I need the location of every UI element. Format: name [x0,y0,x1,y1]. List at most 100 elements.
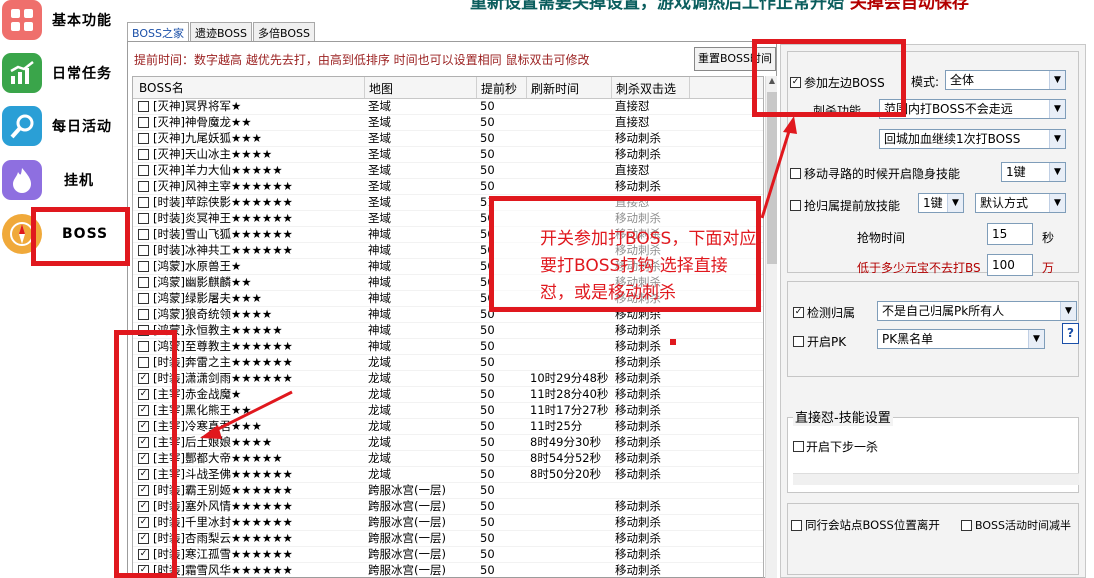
boss-checkbox[interactable] [138,133,149,144]
scrollbar-thumb[interactable] [767,92,777,264]
mode-select[interactable]: 全体 ▼ [945,70,1066,90]
mode-cell[interactable]: 移动刺杀 [612,387,690,402]
help-button[interactable]: ? [1062,323,1079,344]
table-row[interactable]: ✓ [主宰]冷寒真君★★★ 龙域 50 11时25分 移动刺杀 [133,419,763,435]
boss-name-cell[interactable]: [时装]炎冥神王★★★★★★ [133,211,365,226]
table-row[interactable]: [灭神]九尾妖狐★★★ 圣域 50 移动刺杀 [133,131,763,147]
tab-multi-boss[interactable]: 多倍BOSS [252,22,315,42]
kill-function-select[interactable]: 范围内打BOSS不会走远 ▼ [879,99,1066,119]
detect-owner-select[interactable]: 不是自己归属Pk所有人 ▼ [877,301,1077,321]
mode-cell[interactable]: 直接怼 [612,99,690,114]
mode-cell[interactable]: 移动刺杀 [612,515,690,530]
boss-checkbox[interactable] [138,245,149,256]
boss-name-cell[interactable]: [灭神]冥界将军★ [133,99,365,114]
table-row[interactable]: ✓ [时装]塞外风情★★★★★★ 跨服冰宫(一层) 50 移动刺杀 [133,499,763,515]
boss-name-cell[interactable]: [灭神]天山冰主★★★★ [133,147,365,162]
min-yuanbao-input[interactable]: 100 [987,254,1033,276]
advance-sec-cell[interactable]: 50 [477,371,527,386]
table-row[interactable]: [时装]奔雷之主★★★★★★ 龙域 50 移动刺杀 [133,355,763,371]
advance-sec-cell[interactable]: 50 [477,547,527,562]
mode-cell[interactable]: 移动刺杀 [612,355,690,370]
boss-checkbox[interactable] [138,197,149,208]
boss-name-cell[interactable]: [时装]雪山飞狐★★★★★★ [133,227,365,242]
mode-cell[interactable]: 直接怼 [612,115,690,130]
advance-sec-cell[interactable]: 50 [477,499,527,514]
half-time-checkbox[interactable]: BOSS活动时间减半 [961,517,1071,533]
boss-name-cell[interactable]: [灭神]神骨魔龙★★ [133,115,365,130]
advance-sec-cell[interactable]: 50 [477,419,527,434]
boss-checkbox[interactable] [138,117,149,128]
advance-sec-cell[interactable]: 50 [477,115,527,130]
table-row[interactable]: ✓ [时装]千里冰封★★★★★★ 跨服冰宫(一层) 50 移动刺杀 [133,515,763,531]
boss-checkbox[interactable] [138,293,149,304]
sidebar-item-basic[interactable]: 基本功能 [0,0,122,46]
boss-name-cell[interactable]: [鸿蒙]幽影麒麟★★ [133,275,365,290]
table-row[interactable]: ✓ [主宰]赤金战魔★ 龙域 50 11时28分40秒 移动刺杀 [133,387,763,403]
grab-key-select[interactable]: 1键 ▼ [918,193,964,213]
advance-sec-cell[interactable]: 50 [477,99,527,114]
advance-sec-cell[interactable]: 50 [477,355,527,370]
next-kill-checkbox[interactable]: 开启下步一杀 [793,438,878,455]
grab-mode-select[interactable]: 默认方式 ▼ [975,193,1066,213]
boss-checkbox[interactable] [138,229,149,240]
sidebar-item-daily[interactable]: 日常任务 [0,47,122,99]
mode-cell[interactable]: 移动刺杀 [612,547,690,562]
mode-cell[interactable]: 移动刺杀 [612,563,690,578]
mode-cell[interactable]: 移动刺杀 [612,499,690,514]
mode-cell[interactable]: 移动刺杀 [612,403,690,418]
boss-checkbox[interactable] [138,165,149,176]
enable-pk-checkbox[interactable]: 开启PK [793,333,846,350]
table-row[interactable]: [灭神]羊力大仙★★★★★ 圣域 50 直接怼 [133,163,763,179]
boss-checkbox[interactable] [138,213,149,224]
advance-sec-cell[interactable]: 50 [477,467,527,482]
table-row[interactable]: ✓ [时装]寒江孤雪★★★★★★ 跨服冰宫(一层) 50 移动刺杀 [133,547,763,563]
grab-skill-checkbox[interactable]: 抢归属提前放技能 [790,197,900,214]
boss-name-cell[interactable]: [灭神]九尾妖狐★★★ [133,131,365,146]
sidebar-item-events[interactable]: 每日活动 [0,100,122,152]
advance-sec-cell[interactable]: 50 [477,131,527,146]
column-header-name[interactable]: BOSS名 [133,77,365,98]
mode-cell[interactable]: 移动刺杀 [612,419,690,434]
advance-sec-cell[interactable]: 50 [477,531,527,546]
table-row[interactable]: [灭神]天山冰主★★★★ 圣域 50 移动刺杀 [133,147,763,163]
mode-cell[interactable]: 移动刺杀 [612,339,690,354]
advance-sec-cell[interactable]: 50 [477,451,527,466]
mode-cell[interactable]: 移动刺杀 [612,371,690,386]
table-row[interactable]: [灭神]神骨魔龙★★ 圣域 50 直接怼 [133,115,763,131]
boss-name-cell[interactable]: [鸿蒙]水原兽王★ [133,259,365,274]
boss-name-cell[interactable]: [鸿蒙]狼奇统领★★★★ [133,307,365,322]
advance-sec-cell[interactable]: 50 [477,339,527,354]
grab-time-input[interactable]: 15 [987,223,1033,245]
boss-name-cell[interactable]: [时装]苹踪侠影★★★★★★ [133,195,365,210]
detect-owner-checkbox[interactable]: ✓ 检测归属 [793,304,855,321]
table-row[interactable]: [灭神]风神主宰★★★★★★ 圣域 50 移动刺杀 [133,179,763,195]
stealth-checkbox[interactable]: 移动寻路的时候开启隐身技能 [790,165,960,182]
mode-cell[interactable]: 直接怼 [612,163,690,178]
column-header-refresh[interactable]: 刷新时间 [527,77,612,98]
table-row[interactable]: [鸿蒙]永恒教主★★★★★ 神域 50 移动刺杀 [133,323,763,339]
advance-sec-cell[interactable]: 50 [477,179,527,194]
mode-cell[interactable]: 移动刺杀 [612,451,690,466]
mode-cell[interactable]: 移动刺杀 [612,131,690,146]
boss-checkbox[interactable] [138,277,149,288]
advance-sec-cell[interactable]: 50 [477,403,527,418]
advance-sec-cell[interactable]: 50 [477,387,527,402]
table-row[interactable]: ✓ [时装]杏雨梨云★★★★★★ 跨服冰宫(一层) 50 移动刺杀 [133,531,763,547]
boss-checkbox[interactable] [138,261,149,272]
mode-cell[interactable]: 移动刺杀 [612,323,690,338]
pk-list-select[interactable]: PK黑名单 ▼ [877,329,1045,349]
horizontal-scrollbar[interactable] [793,473,1079,485]
advance-sec-cell[interactable]: 50 [477,163,527,178]
table-row[interactable]: [鸿蒙]至尊教主★★★★★★ 神域 50 移动刺杀 [133,339,763,355]
tab-boss-home[interactable]: BOSS之家 [127,22,189,43]
boss-name-cell[interactable]: [时装]冰神共工★★★★★★ [133,243,365,258]
boss-name-cell[interactable]: [灭神]羊力大仙★★★★★ [133,163,365,178]
mode-cell[interactable] [612,483,690,498]
table-row[interactable]: ✓ [时装]潇潇剑雨★★★★★★ 龙域 50 10时29分48秒 移动刺杀 [133,371,763,387]
sidebar-item-idle[interactable]: 挂机 [0,154,122,206]
mode-cell[interactable]: 移动刺杀 [612,179,690,194]
return-heal-select[interactable]: 回城加血继续1次打BOSS ▼ [879,129,1066,149]
boss-checkbox[interactable] [138,309,149,320]
tab-relic-boss[interactable]: 遗迹BOSS [189,22,252,42]
column-header-map[interactable]: 地图 [365,77,477,98]
